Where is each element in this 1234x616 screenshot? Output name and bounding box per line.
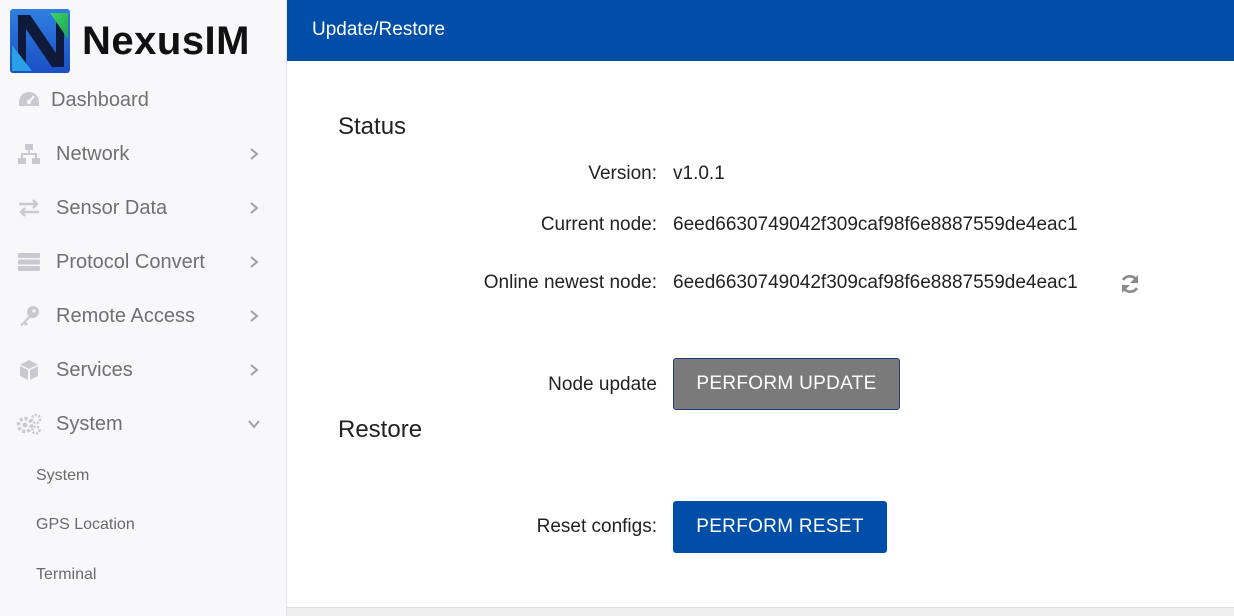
page-header: Update/Restore: [287, 0, 1234, 61]
sidebar-item-label: Remote Access: [56, 304, 195, 327]
exchange-arrows-icon: [16, 197, 42, 219]
sidebar-item-network[interactable]: Network: [0, 127, 287, 181]
current-node-label: Current node:: [540, 214, 657, 235]
chevron-right-icon: [246, 362, 262, 378]
sidebar-item-label: Network: [56, 142, 130, 165]
sidebar-subitem-system[interactable]: System: [0, 451, 287, 501]
chevron-right-icon: [246, 200, 262, 216]
perform-reset-button[interactable]: PERFORM RESET: [673, 501, 887, 553]
sidebar: NexusIM Dashboard Network Sensor Data Pr…: [0, 0, 287, 616]
main-content: Status Version: v1.0.1 Current node: 6ee…: [287, 61, 1234, 607]
sidebar-item-protocol-convert[interactable]: Protocol Convert: [0, 235, 287, 289]
chevron-right-icon: [246, 146, 262, 162]
server-icon: [16, 251, 42, 273]
key-icon: [16, 305, 42, 327]
sidebar-item-label: Sensor Data: [56, 196, 168, 219]
sidebar-item-remote-access[interactable]: Remote Access: [0, 289, 287, 343]
page-title: Update/Restore: [312, 19, 446, 40]
version-label: Version:: [588, 163, 657, 184]
sidebar-subitem-gps-location[interactable]: GPS Location: [0, 501, 287, 551]
refresh-icon[interactable]: [1119, 273, 1141, 295]
status-section-title: Status: [338, 113, 407, 140]
page-footer: [287, 607, 1234, 616]
network-icon: [16, 143, 42, 165]
reset-configs-label: Reset configs:: [536, 516, 657, 537]
chevron-right-icon: [246, 254, 262, 270]
node-update-label: Node update: [548, 374, 657, 395]
sidebar-subitem-terminal[interactable]: Terminal: [0, 550, 287, 600]
online-node-value: 6eed6630749042f309caf98f6e8887559de4eac1: [673, 272, 1078, 293]
cube-icon: [16, 359, 42, 381]
brand-name: NexusIM: [82, 18, 250, 63]
sidebar-item-dashboard[interactable]: Dashboard: [0, 73, 287, 127]
sidebar-item-label: Services: [56, 358, 133, 381]
perform-update-button[interactable]: PERFORM UPDATE: [673, 358, 900, 410]
current-node-value: 6eed6630749042f309caf98f6e8887559de4eac1: [673, 214, 1078, 235]
sidebar-item-label: Dashboard: [51, 88, 149, 111]
sidebar-item-label: System: [56, 412, 123, 435]
restore-section-title: Restore: [338, 416, 423, 443]
sidebar-item-system[interactable]: System: [0, 397, 287, 451]
sidebar-nav: Dashboard Network Sensor Data Protocol C…: [0, 73, 287, 600]
sidebar-item-sensor-data[interactable]: Sensor Data: [0, 181, 287, 235]
brand-logo[interactable]: NexusIM: [10, 9, 250, 73]
dashboard-icon: [16, 89, 42, 111]
online-node-label: Online newest node:: [483, 272, 657, 293]
chevron-right-icon: [246, 308, 262, 324]
gears-icon: [16, 413, 42, 435]
chevron-down-icon: [246, 416, 262, 432]
version-value: v1.0.1: [673, 163, 725, 184]
sidebar-item-label: Protocol Convert: [56, 250, 205, 273]
sidebar-item-services[interactable]: Services: [0, 343, 287, 397]
nexus-logo-icon: [10, 9, 70, 73]
